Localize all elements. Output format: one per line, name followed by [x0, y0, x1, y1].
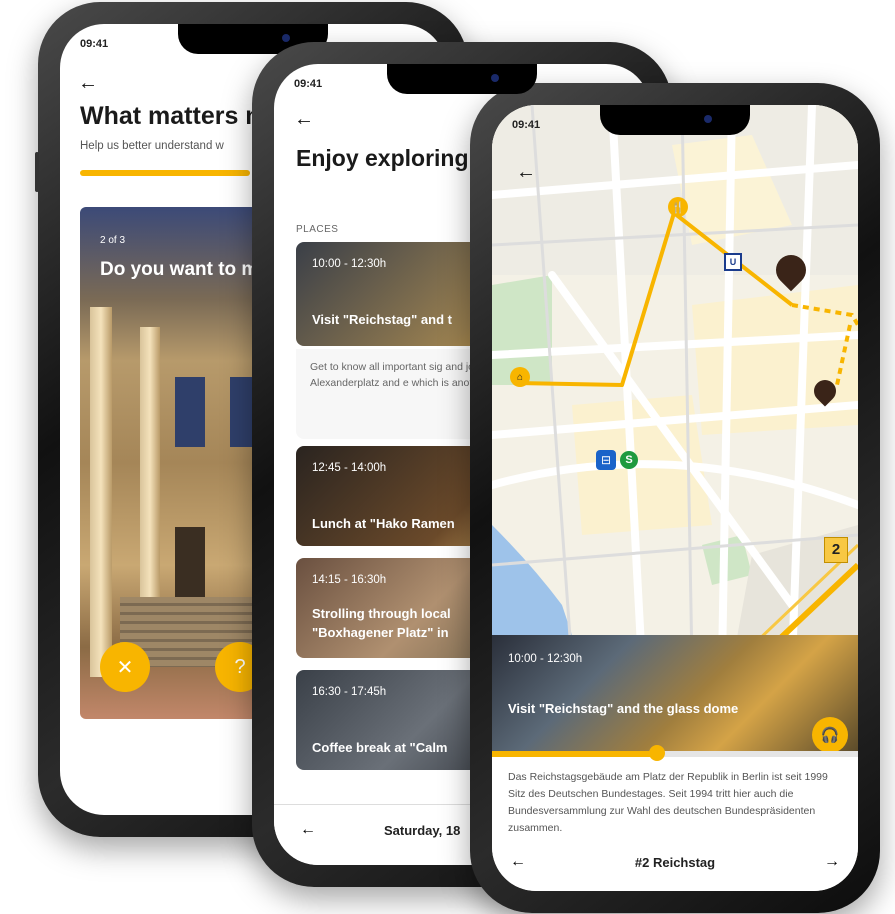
map[interactable] — [492, 105, 858, 665]
prev-day-arrow-icon[interactable]: ← — [300, 821, 316, 839]
phone-map-view: 09:41 ← 🍴 ⌂ U ⊟ S 2 10:00 - 12:30h Visit… — [470, 83, 880, 913]
place-footer: ← #2 Reichstag → — [492, 845, 858, 887]
section-label: PLACES — [296, 224, 339, 235]
status-time: 09:41 — [512, 119, 541, 131]
place-description: Das Reichstagsgebäude am Platz der Repub… — [508, 771, 828, 834]
place-name: Visit "Reichstag" and t — [312, 312, 452, 327]
place-time: 14:15 - 16:30h — [312, 574, 387, 586]
place-time: 12:45 - 14:00h — [312, 462, 387, 474]
progress-bar — [80, 170, 250, 176]
notch — [600, 105, 750, 135]
place-name: Lunch at "Hako Ramen — [312, 516, 455, 531]
back-arrow-icon[interactable]: ← — [516, 161, 536, 184]
route-badge: 2 — [824, 537, 848, 563]
place-time: 10:00 - 12:30h — [312, 258, 387, 270]
train-station-icon: ⊟ — [596, 450, 616, 470]
sbahn-icon: S — [620, 451, 638, 469]
headphones-icon[interactable]: 🎧 — [812, 717, 848, 753]
status-time: 09:41 — [80, 38, 109, 50]
place-hero[interactable]: 10:00 - 12:30h Visit "Reichstag" and the… — [492, 635, 858, 753]
place-time: 16:30 - 17:45h — [312, 686, 387, 698]
progress-fill — [492, 751, 657, 757]
restaurant-pin-icon[interactable]: 🍴 — [668, 197, 688, 217]
page-title: What matters m — [80, 102, 268, 130]
footer-date: Saturday, 18 — [384, 823, 461, 838]
screen: 09:41 ← 🍴 ⌂ U ⊟ S 2 10:00 - 12:30h Visit… — [492, 105, 858, 891]
back-arrow-icon[interactable]: ← — [294, 108, 314, 131]
place-time: 10:00 - 12:30h — [508, 653, 583, 665]
place-sheet: 10:00 - 12:30h Visit "Reichstag" and the… — [492, 635, 858, 891]
ubahn-icon: U — [724, 253, 742, 271]
place-name: Coffee break at "Calm — [312, 740, 448, 755]
card-counter: 2 of 3 — [100, 235, 126, 246]
page-subtitle: Help us better understand w — [80, 140, 224, 152]
notch — [387, 64, 537, 94]
audio-progress[interactable] — [492, 745, 858, 761]
close-icon[interactable]: ✕ — [100, 642, 150, 692]
footer-title: #2 Reichstag — [634, 855, 716, 870]
place-name: Visit "Reichstag" and the glass dome — [508, 701, 739, 716]
progress-knob[interactable] — [648, 745, 665, 761]
status-time: 09:41 — [294, 78, 323, 90]
museum-pin-icon[interactable]: ⌂ — [510, 367, 530, 387]
next-place-arrow-icon[interactable]: → — [824, 853, 840, 871]
back-arrow-icon[interactable]: ← — [78, 72, 98, 95]
